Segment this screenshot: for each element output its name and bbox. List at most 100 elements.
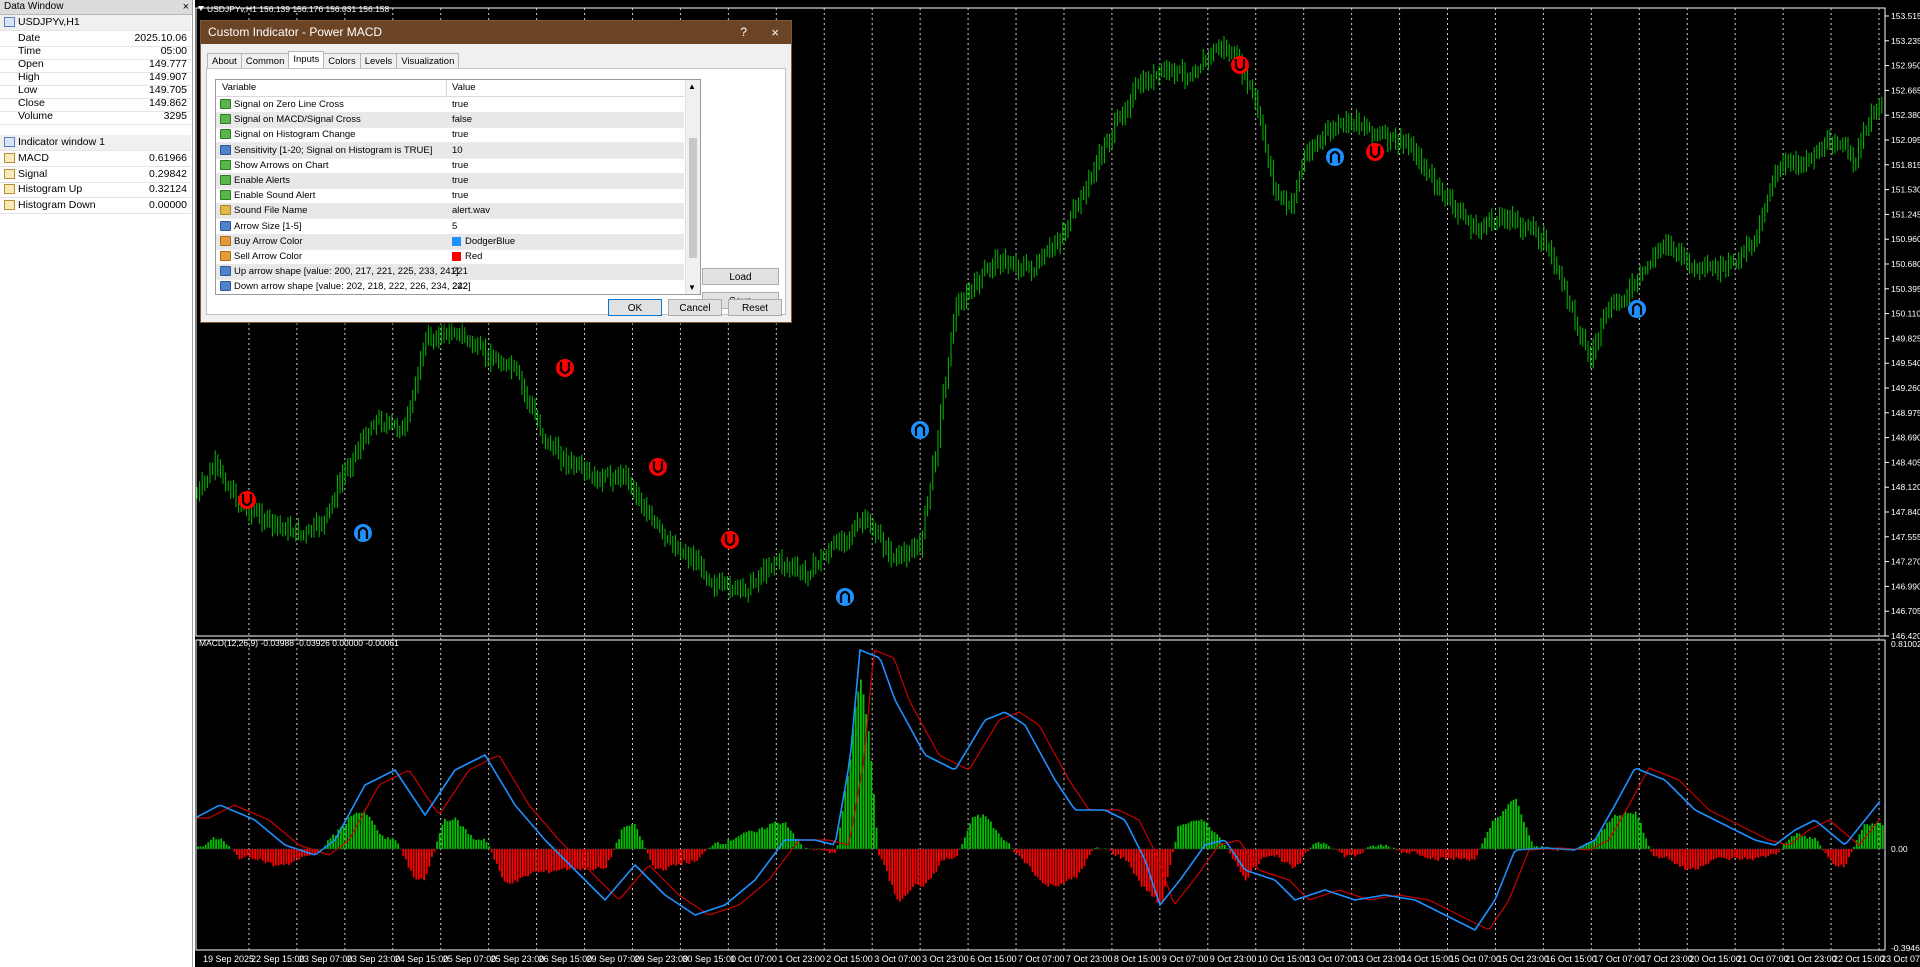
histogram-bar: [1304, 849, 1307, 853]
param-row[interactable]: Up arrow shape [value: 200, 217, 221, 22…: [216, 264, 684, 281]
histogram-bar: [847, 775, 849, 849]
histogram-bar: [1504, 809, 1507, 849]
param-value[interactable]: true: [452, 158, 468, 173]
close-icon[interactable]: ×: [183, 0, 189, 14]
histogram-bar: [488, 846, 490, 849]
tab-levels[interactable]: Levels: [359, 53, 398, 69]
param-row[interactable]: Signal on Zero Line Cross true: [216, 97, 684, 113]
histogram-bar: [987, 819, 990, 849]
histogram-bar: [1325, 843, 1328, 849]
param-value[interactable]: false: [452, 112, 472, 127]
scroll-up-icon[interactable]: ▲: [688, 82, 696, 91]
histogram-bar: [355, 812, 358, 849]
histogram-bar: [1049, 849, 1052, 884]
histogram-bar: [1741, 849, 1744, 860]
column-variable[interactable]: Variable: [222, 80, 256, 96]
histogram-bar: [1135, 849, 1138, 876]
histogram-bar: [888, 849, 891, 881]
histogram-bar: [1159, 849, 1161, 903]
histogram-bar: [1065, 849, 1068, 882]
histogram-bar: [527, 849, 529, 877]
color-swatch[interactable]: [452, 236, 461, 246]
param-row[interactable]: Sell Arrow Color Red: [216, 249, 684, 265]
histogram-bar: [1445, 849, 1447, 860]
histogram-bar: [1764, 849, 1767, 858]
indicator-group[interactable]: Indicator window 1: [0, 135, 191, 151]
column-separator[interactable]: [446, 80, 447, 96]
histogram-bar: [1663, 849, 1666, 858]
time-label: 9 Oct 23:00: [1210, 954, 1257, 964]
param-value[interactable]: true: [452, 127, 468, 142]
param-value[interactable]: 10: [452, 143, 463, 158]
close-icon[interactable]: ×: [771, 21, 779, 44]
inputs-panel: Variable Value Signal on Zero Line Cross…: [206, 68, 786, 315]
param-row[interactable]: Sensitivity [1-20; Signal on Histogram i…: [216, 142, 684, 159]
histogram-bar: [1476, 849, 1478, 856]
tab-visualization[interactable]: Visualization: [396, 53, 460, 69]
histogram-bar: [225, 844, 228, 849]
param-value[interactable]: 221: [452, 264, 468, 279]
histogram-bar: [246, 849, 249, 856]
histogram-bar: [1406, 849, 1408, 854]
histogram-bar: [371, 820, 373, 849]
param-row[interactable]: Enable Sound Alert true: [216, 188, 684, 205]
histogram-bar: [1520, 814, 1523, 849]
time-label: 23 Sep 23:00: [347, 954, 401, 964]
param-row[interactable]: Signal on MACD/Signal Cross false: [216, 112, 684, 129]
histogram-bar: [1307, 849, 1309, 852]
column-value[interactable]: Value: [452, 80, 476, 96]
histogram-bar: [1866, 824, 1868, 849]
tab-inputs[interactable]: Inputs: [288, 51, 325, 69]
histogram-bar: [282, 849, 285, 866]
histogram-bar: [857, 691, 860, 849]
help-button[interactable]: ?: [740, 21, 747, 44]
param-value[interactable]: true: [452, 188, 468, 203]
cancel-button[interactable]: Cancel: [668, 299, 722, 316]
histogram-bar: [574, 849, 576, 871]
histogram-bar: [1213, 832, 1216, 849]
tab-common[interactable]: Common: [240, 53, 290, 69]
histogram-bar: [342, 826, 345, 849]
param-name: Up arrow shape [value: 200, 217, 221, 22…: [234, 266, 459, 278]
symbol-group[interactable]: USDJPYv,H1: [0, 15, 191, 31]
histogram-bar: [1187, 822, 1190, 849]
histogram-bar: [267, 849, 269, 862]
param-value[interactable]: DodgerBlue: [465, 234, 515, 249]
param-value[interactable]: 5: [452, 219, 457, 234]
buy-arrow-icon: [836, 588, 854, 606]
param-value[interactable]: true: [452, 97, 468, 112]
param-row[interactable]: Sound File Name alert.wav: [216, 203, 684, 220]
histogram-bar: [535, 849, 537, 872]
param-value[interactable]: 222: [452, 279, 468, 294]
histogram-bar: [1458, 849, 1460, 859]
histogram-bar: [215, 839, 217, 849]
histogram-bar: [233, 849, 236, 852]
grid-scrollbar[interactable]: ▲ ▼: [685, 80, 700, 294]
param-value[interactable]: true: [452, 173, 468, 188]
histogram-bar: [769, 823, 771, 849]
param-row[interactable]: Show Arrows on Chart true: [216, 158, 684, 174]
histogram-bar: [1598, 833, 1601, 849]
param-value[interactable]: alert.wav: [452, 203, 490, 218]
param-row[interactable]: Buy Arrow Color DodgerBlue: [216, 233, 684, 250]
histogram-bar: [979, 817, 982, 849]
param-row[interactable]: Signal on Histogram Change true: [216, 127, 684, 144]
load-button[interactable]: Load: [702, 268, 779, 285]
param-value[interactable]: Red: [465, 249, 482, 264]
param-row[interactable]: Down arrow shape [value: 202, 218, 222, …: [216, 279, 684, 294]
indicator-row-value: 0.32124: [149, 183, 187, 195]
ok-button[interactable]: OK: [608, 299, 662, 316]
param-row[interactable]: Arrow Size [1-5] 5: [216, 219, 684, 235]
data-row-label: Volume: [18, 110, 54, 122]
histogram-bar: [1801, 836, 1803, 849]
scroll-thumb[interactable]: [689, 138, 697, 258]
histogram-bar: [1312, 844, 1315, 849]
scroll-down-icon[interactable]: ▼: [688, 283, 696, 292]
reset-button[interactable]: Reset: [728, 299, 782, 316]
param-row[interactable]: Enable Alerts true: [216, 173, 684, 189]
histogram-bar: [441, 824, 444, 849]
tab-colors[interactable]: Colors: [323, 53, 361, 69]
histogram-bar: [1172, 849, 1174, 853]
tab-about[interactable]: About: [207, 53, 242, 69]
color-swatch[interactable]: [452, 252, 461, 261]
